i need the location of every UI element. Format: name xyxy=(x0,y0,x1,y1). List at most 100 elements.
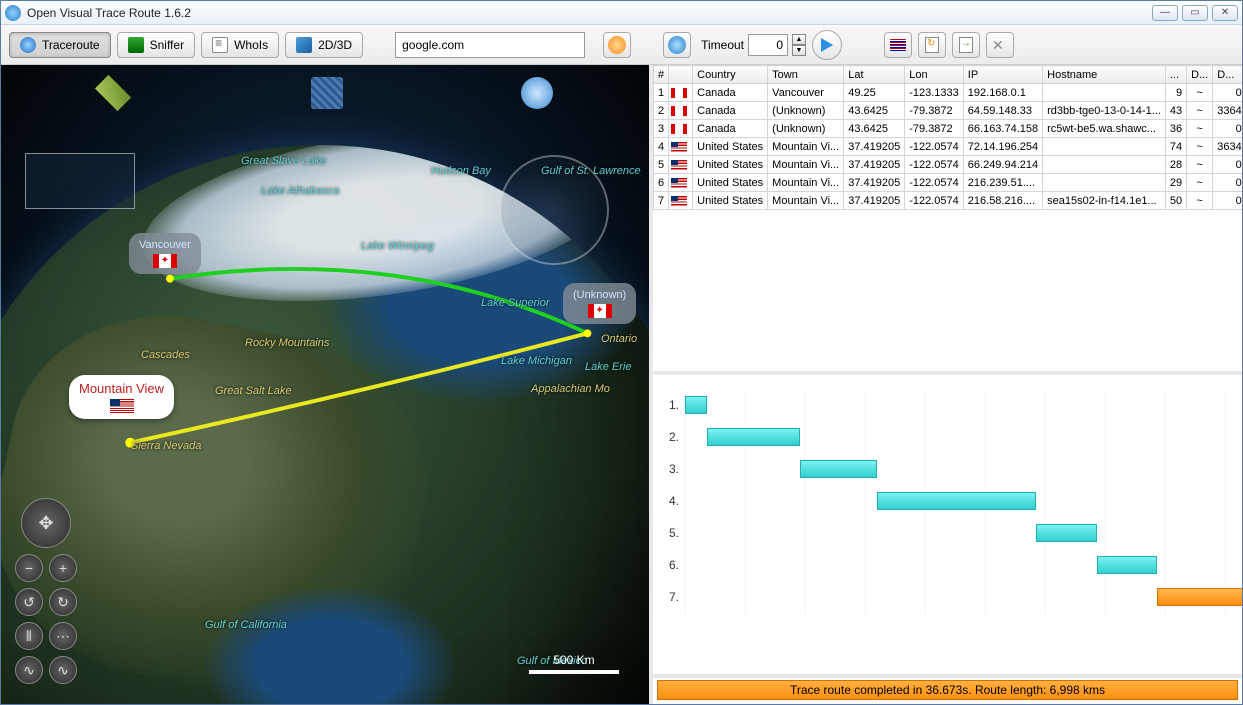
locate-button[interactable] xyxy=(663,32,691,58)
map-scale: 500 Km xyxy=(529,653,619,674)
chart-button[interactable]: ⫴ xyxy=(15,622,43,650)
whois-button[interactable]: WhoIs xyxy=(201,32,279,58)
rotate-cw-button[interactable]: ↻ xyxy=(49,588,77,616)
col-header[interactable]: ... xyxy=(1165,66,1186,84)
traceroute-button[interactable]: Traceroute xyxy=(9,32,111,58)
resolve-button[interactable] xyxy=(603,32,631,58)
maximize-button[interactable]: ▭ xyxy=(1182,5,1208,21)
view-toggle-button[interactable]: 2D/3D xyxy=(285,32,363,58)
map-pane[interactable]: Vancouver (Unknown) Mountain View Hudson… xyxy=(1,65,653,704)
toolbar: Traceroute Sniffer WhoIs 2D/3D Timeout ▲… xyxy=(1,25,1242,65)
table-cell: United States xyxy=(693,138,768,156)
cube-icon xyxy=(296,37,312,53)
table-row[interactable]: 3Canada(Unknown)43.6425-79.387266.163.74… xyxy=(654,120,1243,138)
gantt-track xyxy=(685,421,1234,453)
minimize-button[interactable]: — xyxy=(1152,5,1178,21)
timeout-label: Timeout xyxy=(701,38,744,52)
timeout-spinner[interactable]: ▲▼ xyxy=(792,34,806,56)
table-cell xyxy=(669,120,693,138)
table-cell: Canada xyxy=(693,102,768,120)
wave-b-button[interactable]: ∿ xyxy=(49,656,77,684)
col-header[interactable] xyxy=(669,66,693,84)
col-header[interactable]: Town xyxy=(768,66,844,84)
host-input[interactable] xyxy=(395,32,585,58)
col-header[interactable]: Lat xyxy=(844,66,905,84)
pan-button[interactable]: ✥ xyxy=(21,498,71,548)
table-row[interactable]: 1CanadaVancouver49.25-123.1333192.168.0.… xyxy=(654,84,1243,102)
minimap[interactable] xyxy=(25,153,135,209)
gantt-row-label: 3. xyxy=(661,462,685,476)
col-header[interactable]: Hostname xyxy=(1043,66,1166,84)
col-header[interactable]: D... xyxy=(1213,66,1242,84)
table-cell: (Unknown) xyxy=(768,120,844,138)
table-cell: United States xyxy=(693,192,768,210)
gantt-bar xyxy=(1157,588,1242,606)
table-cell: 0 xyxy=(1213,192,1242,210)
spin-up[interactable]: ▲ xyxy=(792,34,806,45)
grid-icon[interactable] xyxy=(311,77,343,109)
globe-style-icon[interactable] xyxy=(521,77,553,109)
table-cell: 43.6425 xyxy=(844,120,905,138)
table-row[interactable]: 2Canada(Unknown)43.6425-79.387264.59.148… xyxy=(654,102,1243,120)
stats-button[interactable]: ⋯ xyxy=(49,622,77,650)
table-cell: 64.59.148.33 xyxy=(963,102,1042,120)
table-cell: 192.168.0.1 xyxy=(963,84,1042,102)
gantt-track xyxy=(685,549,1234,581)
callout-vancouver[interactable]: Vancouver xyxy=(129,233,201,274)
export-icon xyxy=(959,37,973,53)
table-cell: 43.6425 xyxy=(844,102,905,120)
table-cell: United States xyxy=(693,174,768,192)
table-cell: 37.419205 xyxy=(844,156,905,174)
gantt-bar xyxy=(800,460,877,478)
globe-icon xyxy=(20,37,36,53)
export-button[interactable] xyxy=(952,32,980,58)
sniffer-icon xyxy=(128,37,144,53)
table-cell xyxy=(669,192,693,210)
col-header[interactable]: D... xyxy=(1187,66,1213,84)
table-cell: ~ xyxy=(1187,192,1213,210)
col-header[interactable]: Country xyxy=(693,66,768,84)
flag-button[interactable] xyxy=(884,32,912,58)
compass[interactable] xyxy=(499,155,609,265)
table-cell: ~ xyxy=(1187,102,1213,120)
traceroute-label: Traceroute xyxy=(42,38,100,52)
table-cell: 37.419205 xyxy=(844,138,905,156)
table-cell: 2 xyxy=(654,102,669,120)
table-cell: 4 xyxy=(654,138,669,156)
table-row[interactable]: 4United StatesMountain Vi...37.419205-12… xyxy=(654,138,1243,156)
table-cell: Canada xyxy=(693,120,768,138)
flag-icon xyxy=(890,39,906,51)
spin-down[interactable]: ▼ xyxy=(792,45,806,56)
zoom-out-button[interactable]: − xyxy=(15,554,43,582)
table-cell: -123.1333 xyxy=(905,84,964,102)
whois-icon xyxy=(212,37,228,53)
settings-button[interactable] xyxy=(986,32,1014,58)
status-bar: Trace route completed in 36.673s. Route … xyxy=(657,680,1238,700)
hop-table[interactable]: #CountryTownLatLonIPHostname...D...D... … xyxy=(653,65,1242,375)
timeout-input[interactable] xyxy=(748,34,788,56)
sniffer-button[interactable]: Sniffer xyxy=(117,32,195,58)
zoom-in-button[interactable]: + xyxy=(49,554,77,582)
table-row[interactable]: 7United StatesMountain Vi...37.419205-12… xyxy=(654,192,1243,210)
view-label: 2D/3D xyxy=(318,38,352,52)
col-header[interactable]: # xyxy=(654,66,669,84)
col-header[interactable]: IP xyxy=(963,66,1042,84)
table-cell: 50 xyxy=(1165,192,1186,210)
callout-mountain-view[interactable]: Mountain View xyxy=(69,375,174,419)
callout-label: (Unknown) xyxy=(573,289,626,301)
table-cell: 9 xyxy=(1165,84,1186,102)
run-button[interactable] xyxy=(812,30,842,60)
table-row[interactable]: 5United StatesMountain Vi...37.419205-12… xyxy=(654,156,1243,174)
wave-a-button[interactable]: ∿ xyxy=(15,656,43,684)
table-cell: 28 xyxy=(1165,156,1186,174)
table-cell: Canada xyxy=(693,84,768,102)
table-row[interactable]: 6United StatesMountain Vi...37.419205-12… xyxy=(654,174,1243,192)
col-header[interactable]: Lon xyxy=(905,66,964,84)
table-cell: ~ xyxy=(1187,120,1213,138)
reload-button[interactable] xyxy=(918,32,946,58)
close-button[interactable]: ✕ xyxy=(1212,5,1238,21)
table-cell: rd3bb-tge0-13-0-14-1... xyxy=(1043,102,1166,120)
gantt-bar xyxy=(877,492,1036,510)
callout-unknown[interactable]: (Unknown) xyxy=(563,283,636,324)
rotate-ccw-button[interactable]: ↺ xyxy=(15,588,43,616)
